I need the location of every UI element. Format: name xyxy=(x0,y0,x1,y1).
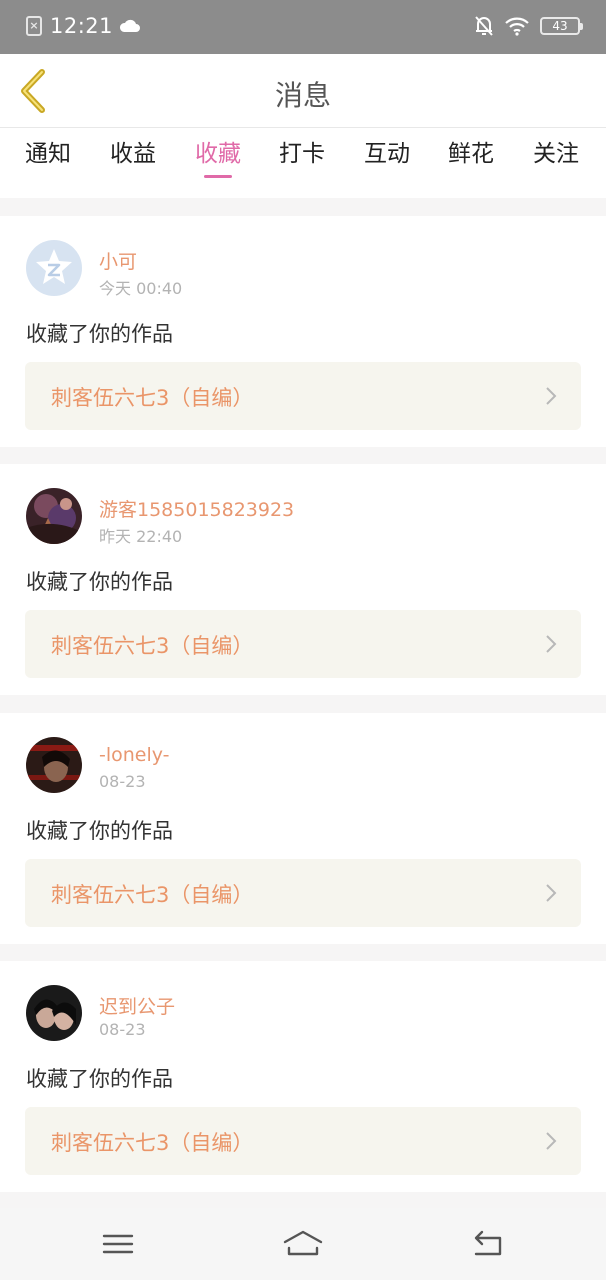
message-card: 游客1585015823923 昨天 22:40 收藏了你的作品 刺客伍六七3（… xyxy=(0,464,606,695)
avatar[interactable] xyxy=(26,737,82,793)
work-link[interactable]: 刺客伍六七3（自编） xyxy=(25,859,581,927)
message-text: 收藏了你的作品 xyxy=(26,819,173,843)
notification-icon: × xyxy=(26,16,42,36)
menu-icon xyxy=(102,1234,134,1254)
message-text: 收藏了你的作品 xyxy=(26,1067,173,1091)
tab-follow[interactable]: 关注 xyxy=(526,138,586,170)
status-bar: × 12:21 43 xyxy=(0,0,606,54)
page-title: 消息 xyxy=(274,79,331,112)
tab-notifications[interactable]: 通知 xyxy=(18,138,78,170)
avatar[interactable] xyxy=(26,985,82,1041)
username[interactable]: -lonely- xyxy=(99,744,170,766)
wifi-icon xyxy=(505,17,529,36)
message-time: 今天 00:40 xyxy=(99,279,183,298)
app-header: 消息 xyxy=(0,54,606,128)
user-photo-avatar xyxy=(26,985,82,1041)
default-avatar-icon xyxy=(26,240,82,296)
battery-level: 43 xyxy=(552,19,568,33)
username[interactable]: 小可 xyxy=(99,247,137,274)
avatar[interactable] xyxy=(26,240,82,296)
home-icon xyxy=(283,1230,323,1256)
message-time: 昨天 22:40 xyxy=(99,527,183,546)
user-photo-avatar xyxy=(26,488,82,544)
tab-favorites-label: 收藏 xyxy=(195,141,241,167)
tab-interaction[interactable]: 互动 xyxy=(357,138,417,170)
menu-button[interactable] xyxy=(98,1228,138,1260)
user-photo-avatar xyxy=(26,737,82,793)
chevron-right-icon xyxy=(546,1132,557,1150)
system-nav-bar xyxy=(0,1208,606,1280)
chevron-right-icon xyxy=(546,635,557,653)
message-time: 08-23 xyxy=(99,772,146,791)
work-title: 刺客伍六七3（自编） xyxy=(51,634,254,658)
home-button[interactable] xyxy=(283,1228,323,1260)
status-time: 12:21 xyxy=(50,14,114,38)
tab-bar: 通知 收益 收藏 打卡 互动 鲜花 关注 xyxy=(0,128,606,198)
work-link[interactable]: 刺客伍六七3（自编） xyxy=(25,1107,581,1175)
chevron-right-icon xyxy=(546,387,557,405)
message-card: 小可 今天 00:40 收藏了你的作品 刺客伍六七3（自编） xyxy=(0,216,606,447)
message-card: -lonely- 08-23 收藏了你的作品 刺客伍六七3（自编） xyxy=(0,713,606,944)
return-icon xyxy=(474,1230,502,1256)
mute-bell-icon xyxy=(475,16,493,36)
cloud-icon xyxy=(120,19,141,32)
tab-earnings[interactable]: 收益 xyxy=(103,138,163,170)
message-time: 08-23 xyxy=(99,1020,146,1039)
work-link[interactable]: 刺客伍六七3（自编） xyxy=(25,610,581,678)
message-card: 迟到公子 08-23 收藏了你的作品 刺客伍六七3（自编） xyxy=(0,961,606,1192)
tab-checkin[interactable]: 打卡 xyxy=(272,138,332,170)
work-title: 刺客伍六七3（自编） xyxy=(51,1131,254,1155)
chevron-right-icon xyxy=(546,884,557,902)
username[interactable]: 游客1585015823923 xyxy=(99,495,294,522)
message-text: 收藏了你的作品 xyxy=(26,322,173,346)
username[interactable]: 迟到公子 xyxy=(99,992,175,1019)
tab-flowers[interactable]: 鲜花 xyxy=(441,138,501,170)
tab-favorites[interactable]: 收藏 xyxy=(188,138,248,178)
back-nav-button[interactable] xyxy=(468,1228,508,1260)
work-link[interactable]: 刺客伍六七3（自编） xyxy=(25,362,581,430)
avatar[interactable] xyxy=(26,488,82,544)
work-title: 刺客伍六七3（自编） xyxy=(51,883,254,907)
message-text: 收藏了你的作品 xyxy=(26,570,173,594)
active-tab-indicator xyxy=(204,175,232,178)
battery-icon: 43 xyxy=(540,17,583,35)
work-title: 刺客伍六七3（自编） xyxy=(51,386,254,410)
